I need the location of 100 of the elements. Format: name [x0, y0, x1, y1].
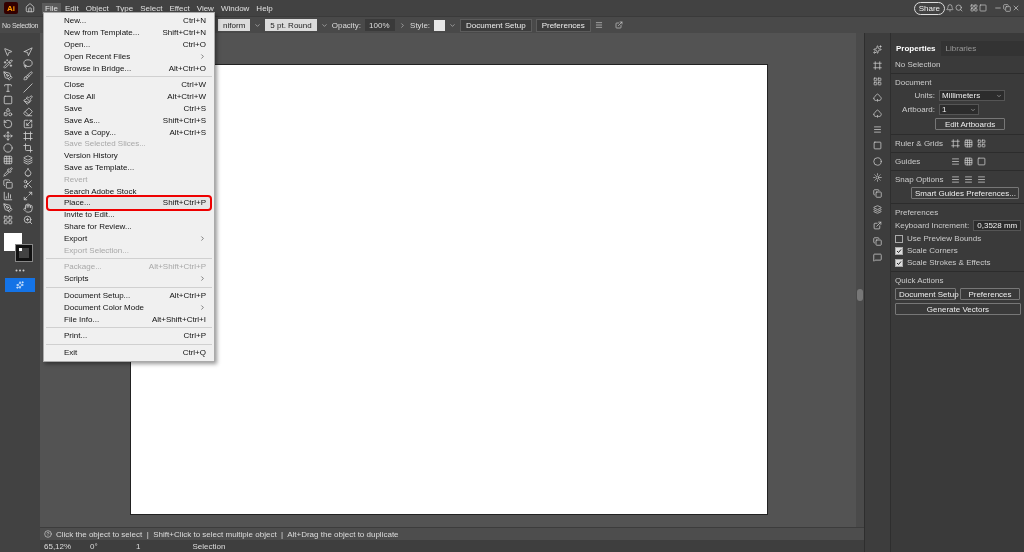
- menu-item[interactable]: File Info... Alt+Shift+Ctrl+I: [48, 313, 210, 325]
- menu-item[interactable]: Save as Template...: [48, 161, 210, 174]
- sparkle-button[interactable]: [5, 278, 35, 292]
- menu-title[interactable]: Object: [82, 2, 112, 14]
- dock-icon[interactable]: [873, 109, 882, 118]
- menu-item[interactable]: Open Recent Files: [48, 50, 210, 63]
- smart-guides-button[interactable]: Smart Guides Preferences...: [911, 187, 1019, 199]
- chevron-down-icon[interactable]: [970, 106, 976, 113]
- checkbox[interactable]: [895, 246, 903, 255]
- fill-swatch[interactable]: [4, 233, 22, 251]
- menu-title[interactable]: Effect: [166, 2, 193, 14]
- edit-artboards-button[interactable]: Edit Artboards: [935, 118, 1005, 130]
- chevron-right-icon[interactable]: [399, 21, 407, 29]
- snap-label: Snap Options: [895, 175, 945, 184]
- menu-item[interactable]: Search Adobe Stock: [48, 185, 210, 197]
- menu-item[interactable]: Document Setup... Alt+Ctrl+P: [48, 289, 210, 302]
- scrollbar[interactable]: [856, 33, 864, 527]
- restore-icon[interactable]: [1003, 4, 1011, 12]
- quick-action-button[interactable]: Preferences: [960, 288, 1020, 300]
- brush-field[interactable]: 5 pt. Round: [265, 19, 317, 31]
- chevron-down-icon[interactable]: [254, 21, 262, 29]
- home-icon[interactable]: [25, 3, 35, 13]
- checkbox-label: Scale Strokes & Effects: [907, 258, 991, 267]
- dock-icon[interactable]: [873, 205, 882, 214]
- dock-icon[interactable]: [873, 221, 882, 230]
- units-label: Units:: [913, 91, 935, 100]
- section-title: Preferences: [895, 208, 940, 217]
- control-button[interactable]: Preferences: [535, 18, 591, 32]
- menu-item[interactable]: Print... Ctrl+P: [48, 329, 210, 342]
- units-select[interactable]: Millimeters: [939, 90, 1005, 101]
- menu-title[interactable]: Select: [137, 2, 166, 14]
- dock-icon[interactable]: [873, 125, 882, 134]
- tool-status: Selection: [191, 541, 227, 551]
- help-icon[interactable]: [44, 530, 52, 538]
- menu-item[interactable]: Close All Alt+Ctrl+W: [48, 90, 210, 103]
- menu-item[interactable]: Browse in Bridge... Alt+Ctrl+O: [48, 62, 210, 74]
- menu-item[interactable]: Scripts: [48, 272, 210, 285]
- export-icon[interactable]: [614, 21, 623, 29]
- menu-item[interactable]: Version History: [48, 149, 210, 162]
- menu-item[interactable]: Place... Shift+Ctrl+P: [48, 196, 210, 209]
- guides-label: Guides: [895, 157, 922, 166]
- panel-icon[interactable]: [979, 4, 987, 12]
- menu-item[interactable]: Save a Copy... Alt+Ctrl+S: [48, 126, 210, 138]
- menu-title[interactable]: Edit: [61, 2, 82, 14]
- menu-item[interactable]: New from Template... Shift+Ctrl+N: [48, 26, 210, 39]
- align-icon[interactable]: [594, 21, 603, 29]
- dock-icon[interactable]: [873, 189, 882, 198]
- menu-item[interactable]: Document Color Mode: [48, 301, 210, 314]
- menu-title[interactable]: Help: [253, 2, 276, 14]
- control-button[interactable]: Document Setup: [460, 18, 532, 32]
- quick-action-button[interactable]: Generate Vectors: [895, 303, 1021, 315]
- menu-title[interactable]: Type: [112, 2, 137, 14]
- dock-icon[interactable]: [873, 253, 882, 262]
- style-label: Style:: [410, 20, 431, 30]
- menu-item[interactable]: Invite to Edit...: [48, 208, 210, 221]
- checkbox[interactable]: [895, 234, 903, 243]
- zoom-field[interactable]: 65,12%: [42, 541, 82, 551]
- dock-icon[interactable]: [873, 45, 882, 54]
- more-icon[interactable]: [15, 269, 25, 272]
- opacity-label: Opacity:: [331, 20, 362, 30]
- menu-item[interactable]: Export: [48, 232, 210, 245]
- menu-item[interactable]: New... Ctrl+N: [48, 15, 210, 27]
- checkbox[interactable]: [895, 258, 903, 267]
- dock-icon[interactable]: [873, 77, 882, 86]
- selection-text: No Selection: [895, 60, 942, 69]
- section-title: Document: [895, 78, 933, 87]
- menu-item[interactable]: Save Ctrl+S: [48, 102, 210, 115]
- app-logo[interactable]: Ai: [4, 2, 18, 14]
- dock-icon[interactable]: [873, 93, 882, 102]
- opacity-field[interactable]: 100%: [365, 19, 396, 31]
- increment-field[interactable]: 0,3528 mm: [973, 220, 1022, 231]
- dock-icon[interactable]: [873, 61, 882, 70]
- checkbox-label: Scale Corners: [907, 246, 958, 255]
- menu-item[interactable]: Save As... Shift+Ctrl+S: [48, 114, 210, 127]
- menu-title[interactable]: View: [193, 2, 217, 14]
- dock-icon[interactable]: [873, 237, 882, 246]
- artboard-label: Artboard:: [901, 105, 935, 114]
- chevron-down-icon[interactable]: [449, 21, 457, 29]
- panel-tab[interactable]: Properties: [891, 41, 941, 56]
- search-icon[interactable]: [955, 4, 963, 12]
- chevron-down-icon[interactable]: [996, 92, 1002, 99]
- artboard-select[interactable]: 1: [939, 104, 979, 115]
- chevron-down-icon[interactable]: [320, 21, 328, 29]
- menu-item[interactable]: Open... Ctrl+O: [48, 38, 210, 51]
- menu-item[interactable]: Exit Ctrl+Q: [48, 346, 210, 359]
- close-icon[interactable]: [1012, 4, 1020, 12]
- stroke-swatch[interactable]: [16, 245, 32, 261]
- menu-item[interactable]: Close Ctrl+W: [48, 79, 210, 91]
- dock-icon[interactable]: [873, 173, 882, 182]
- sparkle-icon: [16, 281, 24, 289]
- profile-field[interactable]: niform: [218, 19, 251, 31]
- menu-item[interactable]: Share for Review...: [48, 220, 210, 233]
- checkbox-label: Use Preview Bounds: [907, 234, 982, 243]
- menu-title[interactable]: Window: [217, 2, 253, 14]
- grid-icon[interactable]: [964, 139, 973, 148]
- rotation-field[interactable]: 0°: [88, 541, 128, 551]
- style-swatch[interactable]: [434, 19, 446, 31]
- bell-icon[interactable]: [946, 4, 954, 12]
- increment-label: Keyboard Increment:: [895, 221, 970, 230]
- artboard-field[interactable]: 1: [134, 541, 168, 551]
